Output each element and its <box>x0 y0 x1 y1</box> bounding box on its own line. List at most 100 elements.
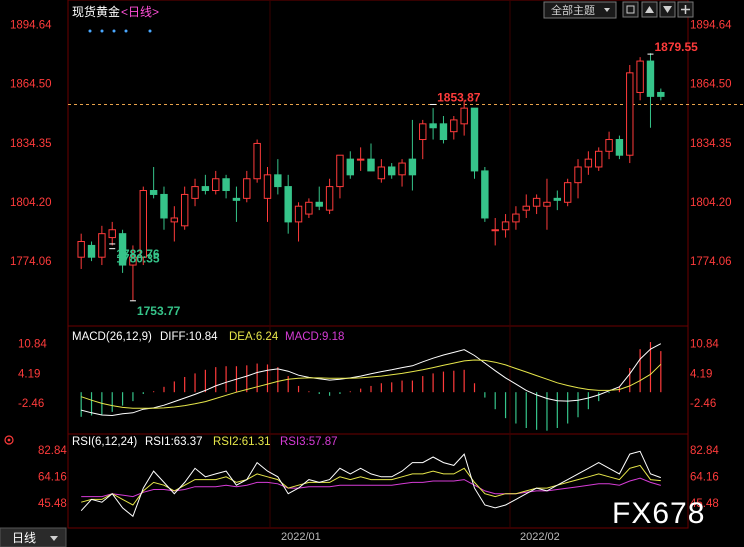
restore-icon[interactable] <box>622 1 639 18</box>
period-tab-label: 日线 <box>12 531 36 545</box>
candle-body <box>460 107 468 125</box>
price-axis: 1894.64 1894.64 1864.50 1864.50 1834.35 1834.… <box>10 20 744 268</box>
annotation-label: 1753.77 <box>137 304 181 318</box>
macd-diff-line <box>81 343 662 417</box>
settings-icon[interactable] <box>4 435 14 445</box>
macd-panel <box>80 342 662 431</box>
candle-body <box>294 205 303 223</box>
candle-body <box>149 190 158 195</box>
candle-body <box>232 197 241 201</box>
candle-body <box>160 193 168 219</box>
candle-body <box>98 233 106 258</box>
candle-body <box>387 166 396 176</box>
macd-legend-title: MACD(26,12,9) <box>72 331 152 343</box>
price-tick-right: 1864.50 <box>690 79 732 91</box>
rsi1-line <box>80 450 661 518</box>
price-annotations: 1879.551853.871753.771782.761780.35 <box>109 40 698 318</box>
price-tick-right: 1894.64 <box>690 20 732 32</box>
up-icon[interactable] <box>641 1 658 18</box>
plus-icon[interactable] <box>677 1 694 18</box>
rsi-tick-right: 64.16 <box>690 472 719 484</box>
candle-body <box>263 174 272 199</box>
candle-body <box>543 201 551 207</box>
macd-tick-right: 10.84 <box>690 339 719 351</box>
candle-body <box>657 91 665 97</box>
grid-lines <box>67 0 689 529</box>
candle-body <box>408 158 417 176</box>
candle-body <box>584 158 593 168</box>
rsi-panel-frame <box>67 433 689 529</box>
candle-body <box>253 142 261 180</box>
candlestick-series <box>77 53 665 301</box>
candle-body <box>305 201 313 215</box>
candle-body <box>191 186 199 199</box>
macd-tick-left: -2.46 <box>18 398 44 410</box>
candle-body <box>77 241 85 258</box>
price-tick-left: 1774.06 <box>10 256 52 268</box>
macd-legend-dea: DEA:6.24 <box>229 331 279 343</box>
rsi-legend-title: RSI(6,12,24) <box>72 436 137 448</box>
candle-body <box>512 213 520 223</box>
candle-body <box>243 178 251 199</box>
candle-body <box>346 158 355 176</box>
candle-body <box>615 139 624 156</box>
rsi-legend-3: RSI3:57.87 <box>280 436 338 448</box>
candle-body <box>470 107 479 172</box>
macd-legend-diff: DIFF:10.84 <box>160 331 218 343</box>
price-tick-right: 1774.06 <box>690 256 732 268</box>
candle-body <box>646 60 655 97</box>
price-tick-left: 1804.20 <box>10 197 52 209</box>
candle-body <box>377 166 386 180</box>
price-panel-frame <box>67 0 689 327</box>
theme-button[interactable]: 全部主题 <box>543 1 617 19</box>
period-link[interactable]: <日线> <box>121 5 159 19</box>
annotation-label: 1879.55 <box>654 40 698 54</box>
candle-body <box>636 60 644 93</box>
theme-button-label: 全部主题 <box>551 3 595 17</box>
candle-body <box>439 123 448 141</box>
symbol-title: 现货黄金 <box>72 4 120 19</box>
candle-body <box>419 123 427 141</box>
candle-body <box>336 154 344 188</box>
candle-body <box>201 186 210 192</box>
candle-body <box>574 166 582 184</box>
candle-body <box>595 150 603 168</box>
candle-body <box>222 178 230 192</box>
candle-body <box>429 123 437 129</box>
price-tick-left: 1894.64 <box>10 20 52 32</box>
candle-body <box>605 139 613 152</box>
candle-body <box>563 182 572 203</box>
candle-body <box>212 178 220 192</box>
macd-legend: MACD(26,12,9) DIFF:10.84 DEA:6.24 MACD:9… <box>72 331 344 343</box>
candle-body <box>481 170 489 219</box>
candle-body <box>325 186 334 211</box>
candle-body <box>626 72 634 156</box>
macd-tick-left: 10.84 <box>18 339 47 351</box>
candle-body <box>274 174 282 188</box>
rsi-legend: RSI(6,12,24) RSI1:63.37 RSI2:61.31 RSI3:… <box>72 436 338 448</box>
time-label-feb: 2022/02 <box>520 531 560 543</box>
macd-tick-right: 4.19 <box>690 368 712 380</box>
macd-legend-macd: MACD:9.18 <box>285 331 344 343</box>
rsi-legend-1: RSI1:63.37 <box>145 436 203 448</box>
candle-body <box>450 119 458 133</box>
macd-tick-right: -2.46 <box>690 398 716 410</box>
rsi-tick-left: 82.84 <box>38 445 67 457</box>
candle-body <box>501 221 510 231</box>
candle-body <box>170 217 179 223</box>
chart-canvas: 现货黄金 <日线> 全部主题 1894.64 1894.64 1864.50 1864… <box>0 0 744 547</box>
candle-body <box>532 197 541 207</box>
candle-body <box>491 229 499 232</box>
down-icon[interactable] <box>659 1 676 18</box>
price-tick-right: 1834.35 <box>690 138 732 150</box>
candle-body <box>87 244 96 258</box>
annotation-label: 1853.87 <box>437 90 481 104</box>
candle-body <box>356 158 365 161</box>
period-tab[interactable]: 日线 <box>0 527 67 547</box>
candle-body <box>398 162 406 176</box>
time-label-jan: 2022/01 <box>281 531 321 543</box>
macd-tick-left: 4.19 <box>18 368 40 380</box>
candle-body <box>284 186 292 223</box>
candle-body <box>315 201 323 207</box>
rsi-tick-right: 82.84 <box>690 445 719 457</box>
